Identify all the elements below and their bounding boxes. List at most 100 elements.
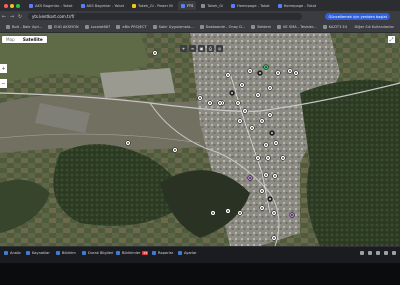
taskbar-item[interactable]: Raporlar	[152, 251, 173, 255]
stop-marker-dot	[237, 102, 239, 104]
bookmark-label: Sakir Uygulamala...	[158, 25, 194, 29]
layers-icon[interactable]: ≡	[189, 45, 196, 52]
bookmark-item[interactable]: Bolt - Bakr Ayd...	[6, 25, 42, 29]
tab-favicon	[80, 3, 85, 8]
bookmarks-bar: Bolt - Bakr Ayd... EUD AKSIYON Localat68…	[0, 22, 400, 33]
stop-marker-dot	[244, 110, 246, 112]
stop-marker-dot	[199, 97, 201, 99]
close-window-button[interactable]	[4, 3, 8, 8]
tab[interactable]: AKS Bagımlar - Yokat	[78, 1, 128, 10]
taskbar-item[interactable]: Bildirimler 29	[116, 251, 149, 255]
laptop-bezel	[0, 263, 400, 285]
stop-marker-dot	[267, 157, 269, 159]
brand-logo: kentkart	[0, 33, 48, 35]
bookmark-item[interactable]: Sakir Uygulamala...	[152, 25, 194, 29]
other-bookmarks[interactable]: Diğer Sık Kullanılanlar	[355, 25, 394, 29]
print-icon[interactable]: ⎙	[207, 45, 214, 52]
bookmark-icon	[116, 25, 121, 29]
tab[interactable]: Homepage - Tokat	[275, 1, 320, 10]
tab-label: AKS Bagımlar - Yokat	[35, 3, 73, 8]
save-icon[interactable]: ▣	[198, 45, 205, 52]
tab[interactable]: AKS Bagımlar - Yokat	[26, 1, 76, 10]
taskbar-item[interactable]: Bildirim	[56, 251, 76, 255]
tab-label: YTS	[186, 3, 194, 8]
bookmark-item[interactable]: Dasboarde - Onay D...	[199, 25, 246, 29]
reload-icon[interactable]: ↻	[16, 14, 24, 20]
system-tray	[360, 251, 396, 255]
taskbar-item[interactable]: Durak Bilgileri	[82, 251, 113, 255]
tab-label: Tokek_Gi - Power BI	[138, 3, 173, 8]
bookmark-item[interactable]: EUD AKSIYON	[48, 25, 79, 29]
gear-icon[interactable]	[384, 251, 388, 255]
url-input[interactable]: yts.kentkart.com.tr/f/	[28, 13, 302, 20]
taskbar-item[interactable]: Ayarlar	[178, 251, 197, 255]
stop-marker-dot	[127, 142, 129, 144]
stop-marker-dot	[249, 177, 251, 179]
taskbar-item[interactable]: Analiz	[4, 251, 21, 255]
bookmark-item[interactable]: KAZIT3 E4	[322, 25, 348, 29]
taskbar-label: Raporlar	[158, 251, 174, 255]
stop-marker-dot	[257, 157, 259, 159]
taskbar-item[interactable]: Kaynaklar	[26, 251, 50, 255]
forward-icon[interactable]: →	[8, 14, 16, 20]
stop-marker-dot	[241, 84, 243, 86]
tab[interactable]: Tokek_Gi	[198, 1, 226, 10]
update-button[interactable]: Güncellemek için yeniden başlat	[325, 13, 390, 20]
sync-icon[interactable]	[360, 251, 364, 255]
bookmark-label: KE SMA - Tesisler...	[283, 25, 317, 29]
stop-marker-dot	[251, 127, 253, 129]
stop-marker-dot	[209, 102, 211, 104]
notification-badge: 29	[142, 251, 149, 255]
satellite-map[interactable]: Map Satellite kentkart ⌖ ≡ ▣ ⎙ ◎ ⤢ + −	[0, 33, 400, 246]
stop-marker-dot	[265, 144, 267, 146]
settings-icon	[178, 251, 182, 255]
stop-marker-dot	[282, 157, 284, 159]
stop-marker-dot	[257, 94, 259, 96]
tab-label: Homepage - Tokat	[237, 3, 270, 8]
stop-marker-dot	[249, 70, 251, 72]
stop-marker-dot	[269, 198, 271, 200]
refresh-icon[interactable]	[376, 251, 380, 255]
bookmark-icon	[84, 25, 89, 29]
map-toolbar: ⌖ ≡ ▣ ⎙ ◎	[180, 45, 223, 52]
bookmark-item[interactable]: Localat687	[84, 25, 110, 29]
map-option[interactable]: Map	[2, 36, 19, 43]
satellite-option[interactable]: Satellite	[19, 36, 47, 43]
bookmark-icon	[48, 25, 53, 29]
taskbar-label: Durak Bilgileri	[88, 251, 114, 255]
fullscreen-icon[interactable]: ⤢	[388, 36, 395, 43]
bookmark-label: Bolt - Bakr Ayd...	[12, 25, 43, 29]
stop-marker-dot	[154, 52, 156, 54]
stop-marker-dot	[219, 102, 221, 104]
browser-tab-bar: AKS Bagımlar - Yokat AKS Bagımlar - Yoka…	[0, 0, 400, 11]
bookmark-item[interactable]: eBis PROJECT	[116, 25, 147, 29]
minimize-window-button[interactable]	[10, 3, 14, 8]
tab[interactable]: Homepage - Tokat	[228, 1, 273, 10]
tab[interactable]: Tokek_Gi - Power BI	[129, 1, 176, 10]
stop-marker-dot	[239, 120, 241, 122]
bookmark-item[interactable]: Beldem	[251, 25, 271, 29]
edit-icon[interactable]	[368, 251, 372, 255]
stop-marker-dot	[275, 142, 277, 144]
tab-favicon	[277, 3, 282, 8]
bookmark-label: Beldem	[257, 25, 272, 29]
taskbar-label: Bildirim	[62, 251, 76, 255]
bookmark-icon	[322, 25, 327, 29]
stop-marker-dot	[265, 174, 267, 176]
maximize-window-button[interactable]	[16, 3, 20, 8]
stop-marker-dot	[273, 237, 275, 239]
stop-marker-dot	[289, 70, 291, 72]
back-icon[interactable]: ←	[0, 14, 8, 20]
tab-active[interactable]: YTS	[177, 1, 197, 10]
user-icon[interactable]	[392, 251, 396, 255]
target-icon[interactable]: ◎	[216, 45, 223, 52]
pin-icon[interactable]: ⌖	[180, 45, 187, 52]
bookmark-label: Dasboarde - Onay D...	[205, 25, 246, 29]
screen: AKS Bagımlar - Yokat AKS Bagımlar - Yoka…	[0, 0, 400, 263]
zoom-in-button[interactable]: +	[0, 64, 7, 73]
bookmark-icon	[6, 25, 10, 29]
zoom-out-button[interactable]: −	[0, 79, 7, 88]
bookmark-label: KAZIT3 E4	[328, 25, 348, 29]
bookmark-item[interactable]: KE SMA - Tesisler...	[277, 25, 317, 29]
taskbar-label: Kaynaklar	[32, 251, 50, 255]
